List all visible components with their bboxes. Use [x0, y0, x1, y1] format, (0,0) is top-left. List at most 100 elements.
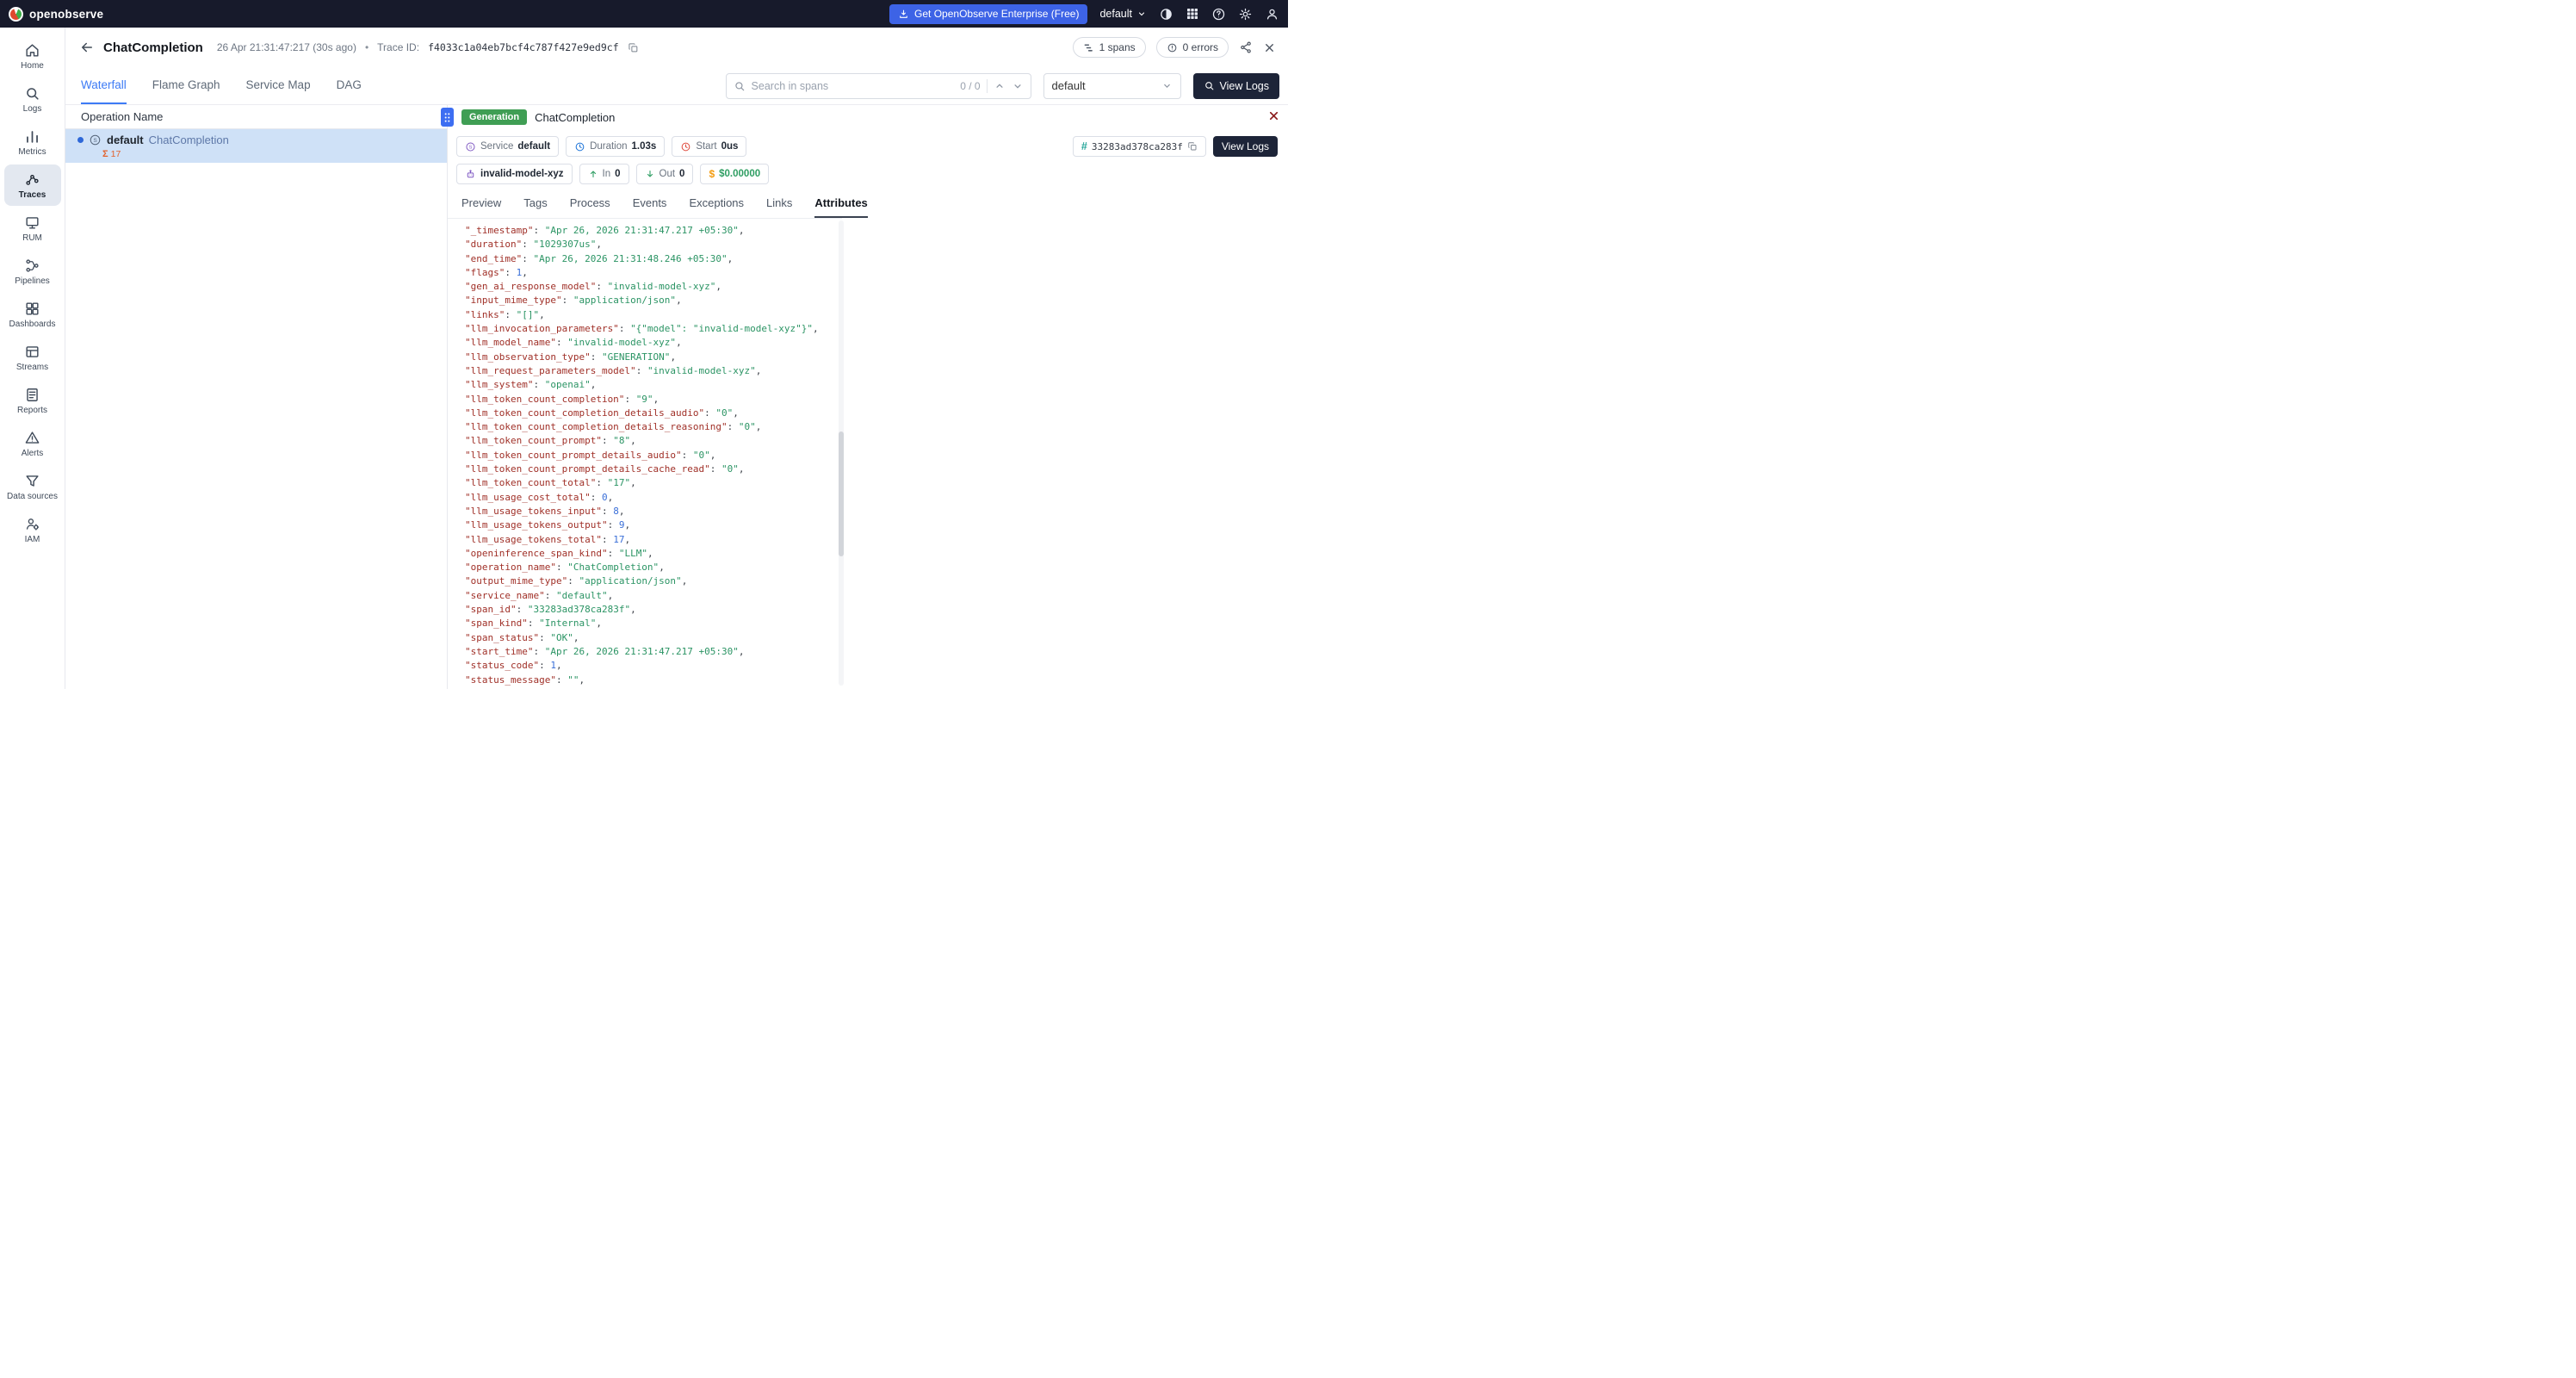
rum-icon	[24, 214, 40, 231]
attribute-line: "duration": "1029307us",	[465, 239, 602, 251]
sidebar-item-label: Metrics	[18, 146, 46, 157]
sidebar-item-reports[interactable]: Reports	[4, 380, 61, 421]
trace-id-value: f4033c1a04eb7bcf4c787f427e9ed9cf	[428, 41, 619, 53]
span-kind-badge: Generation	[461, 109, 528, 125]
close-span-detail-icon[interactable]	[1267, 109, 1280, 122]
attribute-line: "gen_ai_response_model": "invalid-model-…	[465, 281, 722, 293]
search-in-spans-input[interactable]	[751, 79, 955, 92]
attribute-line: "service_name": "default",	[465, 589, 614, 601]
attribute-line: "llm_invocation_parameters": "{"model": …	[465, 323, 819, 335]
span-tree-row[interactable]: S default ChatCompletion Σ 17	[65, 129, 447, 163]
chevron-up-icon[interactable]	[994, 80, 1006, 92]
sidebar-item-logs[interactable]: Logs	[4, 78, 61, 120]
stream-selector[interactable]: default	[1043, 72, 1181, 99]
attribute-line: "status_message": "",	[465, 673, 585, 686]
detail-tab-exceptions[interactable]: Exceptions	[689, 196, 744, 218]
start-chip-label: Start	[696, 141, 717, 152]
attribute-line: "llm_system": "openai",	[465, 379, 597, 391]
account-icon[interactable]	[1265, 7, 1279, 22]
back-arrow-button[interactable]	[79, 40, 95, 55]
attributes-json-viewer: "_timestamp": "Apr 26, 2026 21:31:47.217…	[448, 219, 839, 689]
sidebar-item-traces[interactable]: Traces	[3, 164, 61, 206]
attribute-line: "openinference_span_kind": "LLM",	[465, 547, 653, 559]
chevron-down-icon[interactable]	[1012, 80, 1024, 92]
streams-icon	[24, 344, 40, 360]
operation-name-header: Operation Name	[65, 105, 447, 129]
service-circle-icon: S	[465, 141, 476, 152]
tab-waterfall[interactable]: Waterfall	[81, 67, 127, 104]
logs-icon	[24, 85, 40, 102]
tokens-out-chip: Out 0	[635, 164, 694, 184]
sidebar-item-rum[interactable]: RUM	[4, 208, 61, 249]
copy-span-id-icon[interactable]	[1187, 141, 1198, 152]
iam-icon	[24, 516, 40, 532]
sidebar-item-data-sources[interactable]: Data sources	[4, 466, 61, 507]
sidebar-item-dashboards[interactable]: Dashboards	[4, 294, 61, 335]
sidebar-item-iam[interactable]: IAM	[4, 509, 61, 550]
cost-value: $0.00000	[719, 169, 761, 179]
attribute-line: "operation_name": "ChatCompletion",	[465, 562, 665, 574]
attribute-line: "flags": 1,	[465, 266, 528, 278]
copy-trace-id-icon[interactable]	[628, 42, 639, 53]
trace-id-label: Trace ID:	[377, 41, 420, 53]
org-selector-value: default	[1099, 8, 1132, 20]
error-circle-icon	[1167, 42, 1178, 53]
span-row-main: S default ChatCompletion	[77, 132, 447, 148]
detail-tab-tags[interactable]: Tags	[523, 196, 547, 218]
settings-gear-icon[interactable]	[1238, 7, 1253, 22]
sidebar-item-pipelines[interactable]: Pipelines	[4, 251, 61, 292]
org-selector[interactable]: default	[1099, 8, 1147, 20]
sidebar-item-label: Streams	[15, 362, 49, 372]
tab-dag[interactable]: DAG	[337, 67, 362, 104]
drag-handle-icon[interactable]	[441, 108, 454, 127]
scrollbar-thumb[interactable]	[839, 431, 844, 556]
sidebar-item-label: Alerts	[21, 448, 44, 458]
tab-service-map[interactable]: Service Map	[246, 67, 311, 104]
sidebar-item-label: Data sources	[7, 491, 58, 501]
span-detail-tabs: Preview Tags Process Events Exceptions Links A…	[448, 193, 868, 219]
sidebar-item-label: Dashboards	[9, 319, 56, 329]
detail-tab-events[interactable]: Events	[633, 196, 667, 218]
span-meta-row: S Service default Duration 1.03s Start 0…	[448, 136, 1288, 157]
attribute-line: "status_code": 1,	[465, 660, 562, 672]
sidebar-item-metrics[interactable]: Metrics	[4, 121, 61, 163]
brand[interactable]: openobserve	[9, 6, 103, 22]
view-logs-button[interactable]: View Logs	[1192, 72, 1279, 99]
detail-tab-process[interactable]: Process	[570, 196, 610, 218]
close-icon[interactable]	[1263, 41, 1276, 54]
detail-tab-attributes[interactable]: Attributes	[814, 196, 868, 218]
attribute-line: "llm_usage_tokens_input": 8,	[465, 505, 625, 517]
sidebar-item-alerts[interactable]: Alerts	[4, 423, 61, 464]
attribute-line: "_timestamp": "Apr 26, 2026 21:31:47.217…	[465, 225, 745, 236]
attribute-line: "links": "[]",	[465, 308, 545, 320]
sidebar-item-label: Pipelines	[15, 276, 50, 286]
search-match-counter: 0 / 0	[960, 79, 981, 92]
tab-flame-graph[interactable]: Flame Graph	[152, 67, 220, 104]
tokens-out-value: 0	[679, 169, 685, 179]
arrow-up-icon	[588, 169, 598, 179]
help-icon[interactable]	[1211, 7, 1226, 22]
sidebar-item-home[interactable]: Home	[4, 35, 61, 77]
cost-chip: $ $0.00000	[700, 164, 770, 184]
attribute-line: "span_status": "OK",	[465, 631, 579, 643]
spans-count-label: 1 spans	[1099, 41, 1136, 53]
sigma-icon: Σ	[102, 148, 108, 159]
enterprise-button[interactable]: Get OpenObserve Enterprise (Free)	[889, 3, 1088, 24]
hash-icon: #	[1081, 140, 1087, 152]
attribute-line: "llm_token_count_completion_details_reas…	[465, 421, 762, 433]
theme-toggle-icon[interactable]	[1159, 7, 1173, 22]
attribute-line: "llm_token_count_total": "17",	[465, 477, 636, 489]
sidebar-item-streams[interactable]: Streams	[4, 337, 61, 378]
trace-header: ChatCompletion 26 Apr 21:31:47:217 (30s …	[65, 28, 1288, 67]
page-title: ChatCompletion	[103, 40, 203, 55]
scrollbar-track	[839, 220, 844, 686]
share-icon[interactable]	[1239, 40, 1253, 54]
operation-panel: Operation Name S default ChatCompletion …	[65, 105, 448, 689]
view-logs-span-button[interactable]: View Logs	[1212, 136, 1278, 157]
chevron-down-icon	[1161, 80, 1173, 91]
detail-tab-links[interactable]: Links	[766, 196, 792, 218]
apps-grid-icon[interactable]	[1186, 7, 1199, 21]
page: openobserve Get OpenObserve Enterprise (…	[0, 0, 1288, 689]
divider	[986, 78, 988, 93]
detail-tab-preview[interactable]: Preview	[461, 196, 501, 218]
